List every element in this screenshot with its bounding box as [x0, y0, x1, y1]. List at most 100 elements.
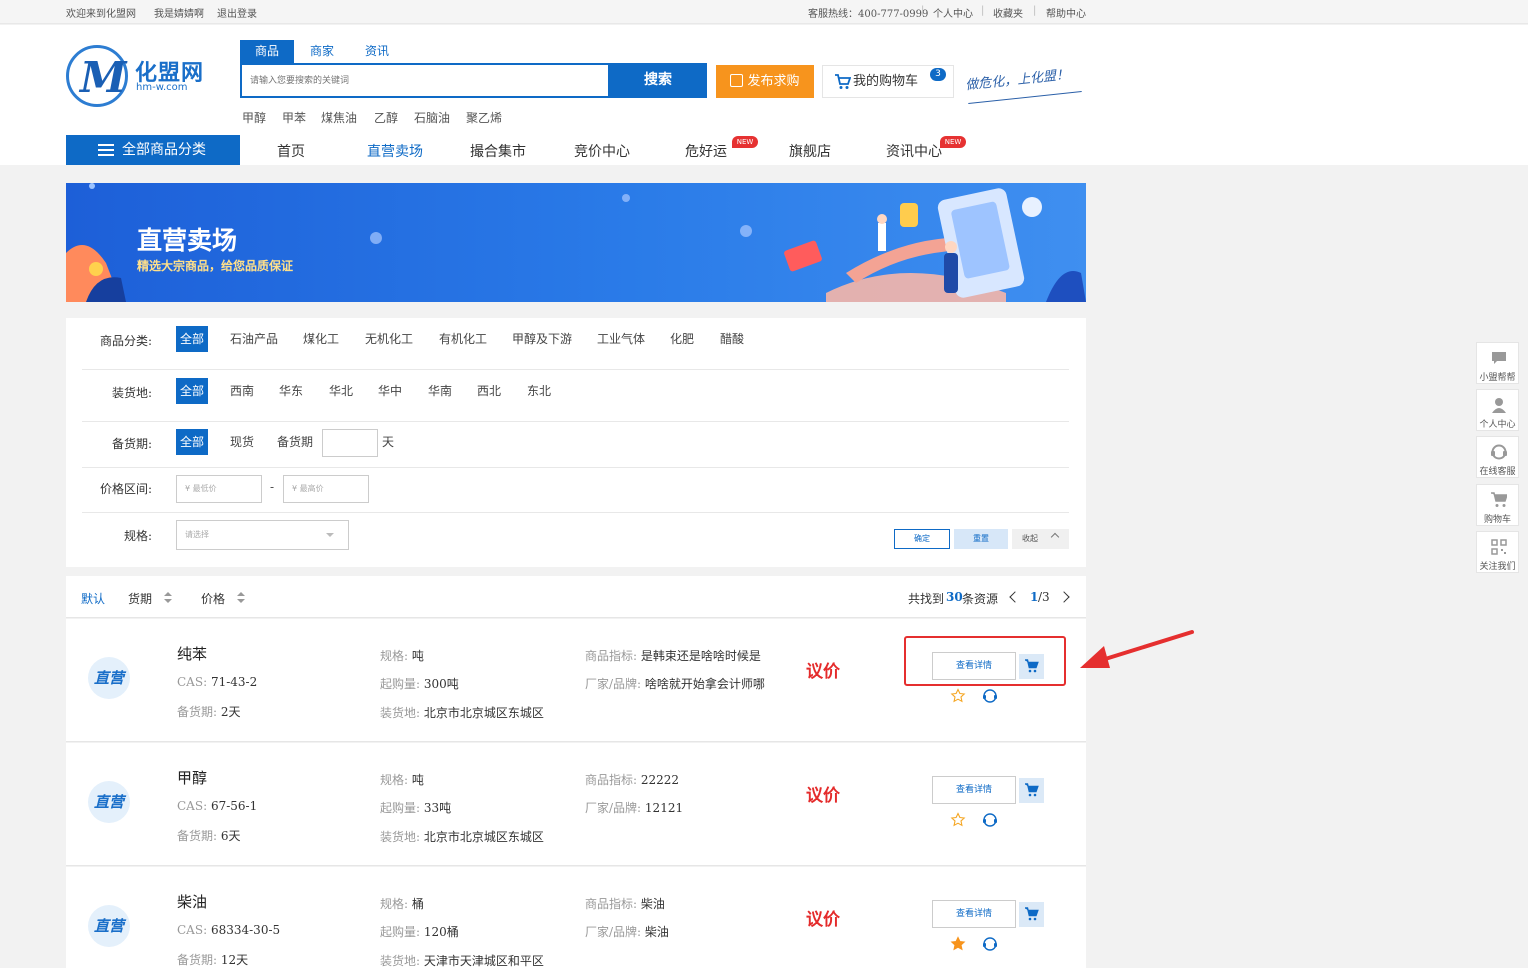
add-to-cart-button[interactable] [1019, 902, 1044, 927]
help-center-link[interactable]: 帮助中心 [1046, 5, 1086, 20]
sort-bar: 默认 货期 价格 共找到 30 条资源 1 /3 [66, 576, 1086, 618]
nav-flagship[interactable]: 旗舰店 [789, 141, 831, 161]
product-row: 直营 柴油 CAS: 68334-30-5 备货期: 12天 规格: 桶 起购量… [66, 867, 1086, 968]
nav-match-market[interactable]: 撮合集市 [470, 141, 526, 161]
side-label: 关注我们 [1479, 562, 1516, 572]
side-cart-button[interactable]: 购物车 [1476, 484, 1519, 526]
publish-request-button[interactable]: 发布求购 [716, 65, 814, 98]
favorite-star-icon[interactable] [950, 688, 966, 704]
min-order-value: 120桶 [423, 925, 459, 939]
stock-chip-all[interactable]: 全部 [176, 429, 209, 455]
confirm-button[interactable]: 确定 [894, 529, 950, 549]
chevron-left-icon[interactable] [1009, 591, 1021, 603]
location-chip-all[interactable]: 全部 [176, 378, 209, 404]
customer-service-icon[interactable] [982, 812, 998, 828]
loading-place-value: 北京市北京城区东城区 [423, 706, 544, 720]
chevron-right-icon[interactable] [1058, 591, 1070, 603]
qrcode-icon [1491, 539, 1507, 555]
side-help-button[interactable]: 小盟帮帮 [1476, 342, 1519, 384]
hotword[interactable]: 甲苯 [282, 109, 306, 126]
brand-key: 厂家/品牌: [585, 801, 642, 815]
price-negotiable: 议价 [806, 786, 840, 806]
index-key: 商品指标: [585, 773, 638, 787]
username-link[interactable]: 我是婧婧啊 [154, 5, 204, 20]
location-chip[interactable]: 华东 [279, 378, 303, 404]
add-to-cart-button[interactable] [1019, 778, 1044, 803]
nav-bidding[interactable]: 竞价中心 [574, 141, 630, 161]
search-tab-merchants[interactable]: 商家 [298, 40, 346, 63]
new-badge: NEW [940, 136, 966, 148]
sort-desc-icon [164, 599, 172, 603]
stock-days-input[interactable] [322, 429, 378, 457]
customer-service-icon[interactable] [982, 936, 998, 952]
price-max-input[interactable]: ¥ 最高价 [283, 475, 369, 503]
all-categories-button[interactable]: 全部商品分类 [66, 135, 240, 165]
search-tab-products[interactable]: 商品 [240, 40, 294, 63]
category-chip[interactable]: 煤化工 [303, 326, 339, 352]
min-order-key: 起购量: [380, 925, 421, 939]
side-personal-center-button[interactable]: 个人中心 [1476, 389, 1519, 431]
brand-key: 厂家/品牌: [585, 677, 642, 691]
nav-home[interactable]: 首页 [277, 141, 305, 161]
hotword[interactable]: 甲醇 [242, 109, 266, 126]
side-follow-button[interactable]: 关注我们 [1476, 531, 1519, 573]
sort-default[interactable]: 默认 [81, 590, 105, 607]
hotword[interactable]: 聚乙烯 [466, 109, 502, 126]
location-chip[interactable]: 东北 [527, 378, 551, 404]
index-value: 是韩束还是啥啥时候是 [640, 649, 761, 663]
search-button[interactable]: 搜索 [609, 63, 707, 98]
location-chip[interactable]: 华中 [378, 378, 402, 404]
category-chip-all[interactable]: 全部 [176, 326, 209, 352]
customer-service-icon[interactable] [982, 688, 998, 704]
stock-chip-lead[interactable]: 备货期 [277, 429, 313, 455]
stock-key: 备货期: [177, 829, 218, 843]
hotword[interactable]: 石脑油 [414, 109, 450, 126]
category-chip[interactable]: 有机化工 [439, 326, 487, 352]
category-chip[interactable]: 石油产品 [230, 326, 278, 352]
location-chip[interactable]: 西北 [477, 378, 501, 404]
search-input[interactable] [242, 65, 608, 96]
nav-news-center[interactable]: 资讯中心 [886, 141, 942, 161]
product-name[interactable]: 纯苯 [177, 643, 207, 664]
location-chip[interactable]: 华南 [428, 378, 452, 404]
price-min-input[interactable]: ¥ 最低价 [176, 475, 262, 503]
reset-button[interactable]: 重置 [954, 529, 1008, 549]
favorite-star-filled-icon[interactable] [950, 936, 966, 952]
product-name[interactable]: 柴油 [177, 891, 207, 912]
logo-domain: hm-w.com [136, 82, 188, 93]
category-chip[interactable]: 甲醇及下游 [512, 326, 572, 352]
category-chip[interactable]: 醋酸 [720, 326, 744, 352]
location-chip[interactable]: 西南 [230, 378, 254, 404]
sort-price[interactable]: 价格 [201, 590, 225, 607]
slogan-underline [968, 91, 1082, 104]
nav-hazmat-shipping[interactable]: 危好运 [685, 141, 727, 161]
min-order-value: 33吨 [423, 801, 452, 815]
logout-link[interactable]: 退出登录 [217, 5, 257, 20]
personal-center-link[interactable]: 个人中心 [933, 5, 973, 20]
favorites-link[interactable]: 收藏夹 [993, 5, 1023, 20]
direct-badge-icon: 直营 [88, 657, 130, 699]
stock-chip-spot[interactable]: 现货 [230, 429, 254, 455]
category-chip[interactable]: 无机化工 [365, 326, 413, 352]
loading-place-value: 北京市北京城区东城区 [423, 830, 544, 844]
product-row: 直营 甲醇 CAS: 67-56-1 备货期: 6天 规格: 吨 起购量: 33… [66, 743, 1086, 866]
favorite-star-icon[interactable] [950, 812, 966, 828]
product-name[interactable]: 甲醇 [177, 767, 207, 788]
location-chip[interactable]: 华北 [329, 378, 353, 404]
view-details-button[interactable]: 查看详情 [932, 900, 1016, 928]
sort-stock-period[interactable]: 货期 [128, 590, 152, 607]
hotword[interactable]: 煤焦油 [321, 109, 357, 126]
spec-value: 桶 [411, 897, 424, 911]
side-online-service-button[interactable]: 在线客服 [1476, 436, 1519, 478]
nav-direct-store[interactable]: 直营卖场 [367, 141, 423, 161]
category-chip[interactable]: 化肥 [670, 326, 694, 352]
hotword[interactable]: 乙醇 [374, 109, 398, 126]
category-chip[interactable]: 工业气体 [597, 326, 645, 352]
view-details-button[interactable]: 查看详情 [932, 776, 1016, 804]
spec-select[interactable]: 请选择 [176, 520, 349, 550]
min-order-key: 起购量: [380, 801, 421, 815]
loading-place-key: 装货地: [380, 706, 421, 720]
stock-key: 备货期: [177, 705, 218, 719]
search-tab-news[interactable]: 资讯 [353, 40, 401, 63]
collapse-button[interactable]: 收起 [1012, 529, 1069, 549]
